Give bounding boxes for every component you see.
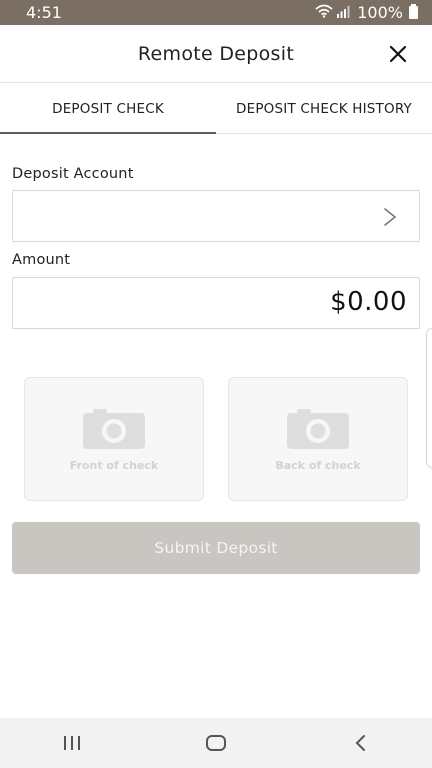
back-of-check-button[interactable]: Back of check (228, 377, 408, 501)
deposit-account-label: Deposit Account (12, 166, 134, 182)
tab-label: DEPOSIT CHECK (52, 100, 164, 117)
camera-icon (287, 409, 349, 449)
back-of-check-label: Back of check (275, 459, 361, 472)
amount-input[interactable]: $0.00 (12, 277, 420, 329)
amount-label: Amount (12, 252, 71, 268)
tab-label: DEPOSIT CHECK HISTORY (236, 100, 412, 117)
tab-bar: DEPOSIT CHECK DEPOSIT CHECK HISTORY (0, 84, 432, 134)
camera-icon (83, 409, 145, 449)
status-bar: 4:51 100% (0, 0, 432, 25)
recent-apps-icon (64, 736, 80, 750)
page-title: Remote Deposit (137, 42, 295, 65)
front-of-check-label: Front of check (69, 459, 159, 472)
recent-apps-button[interactable] (52, 723, 92, 763)
edge-panel-handle[interactable] (426, 328, 432, 468)
battery-percent: 100% (357, 3, 403, 22)
home-button[interactable] (196, 723, 236, 763)
status-time: 4:51 (26, 3, 62, 22)
signal-icon (337, 3, 351, 22)
home-icon (206, 735, 226, 751)
status-right: 100% (315, 3, 418, 22)
submit-deposit-label: Submit Deposit (154, 539, 278, 557)
front-of-check-button[interactable]: Front of check (24, 377, 204, 501)
amount-value: $0.00 (330, 287, 407, 317)
system-nav-bar (0, 718, 432, 768)
chevron-right-icon (384, 208, 397, 226)
deposit-account-select[interactable] (12, 190, 420, 242)
back-icon (355, 735, 365, 751)
close-icon (389, 45, 407, 63)
submit-deposit-button[interactable]: Submit Deposit (12, 522, 420, 574)
header: Remote Deposit (0, 25, 432, 83)
back-button[interactable] (340, 723, 380, 763)
tab-deposit-check[interactable]: DEPOSIT CHECK (0, 84, 216, 134)
status-icons (315, 3, 351, 22)
wifi-icon (315, 3, 333, 22)
battery-icon (409, 4, 418, 19)
tab-deposit-check-history[interactable]: DEPOSIT CHECK HISTORY (216, 84, 432, 133)
close-button[interactable] (384, 40, 412, 68)
